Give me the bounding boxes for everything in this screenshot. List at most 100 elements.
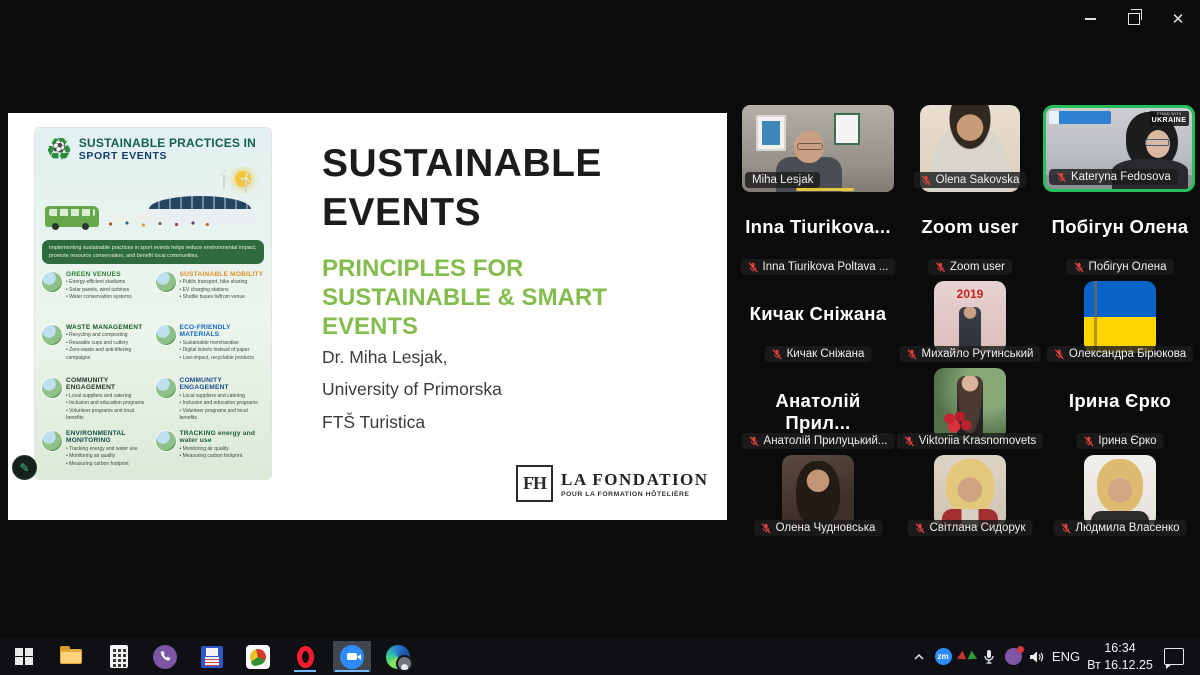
community-engagement-icon xyxy=(156,378,176,398)
poster-sections-grid: GREEN VENUES Energy-efficient stadiums S… xyxy=(35,268,271,479)
muted-mic-icon xyxy=(935,262,946,273)
opera-icon xyxy=(297,646,314,668)
wind-turbine-icon xyxy=(223,173,225,189)
sustainable-mobility-icon xyxy=(156,272,176,292)
wall-frame xyxy=(834,113,860,145)
wall-frame xyxy=(756,115,786,151)
participant-tile-viktoriia-krasnomovets[interactable]: Viktoriia Krasnomovets xyxy=(894,366,1046,453)
participant-tile-mykhailo-rutynskyi[interactable]: 2019 Михайло Рутинський xyxy=(894,279,1046,366)
participant-name-label: Анатолій Прилуцький... xyxy=(742,433,895,449)
participant-tile-svitlana-sydoruk[interactable]: Світлана Сидорук xyxy=(894,453,1046,540)
tray-volume-button[interactable] xyxy=(1026,641,1048,672)
camera-glyph xyxy=(347,653,357,660)
participant-tile-liudmyla-vlasenko[interactable]: Людмила Власенко xyxy=(1044,453,1196,540)
participant-display-name: Zoom user xyxy=(894,216,1046,238)
clock[interactable]: 16:34Вт 16.12.25 xyxy=(1084,641,1156,672)
participant-tile-inna-tiurikova[interactable]: Inna Tiurikova... Inna Tiurikova Poltava… xyxy=(742,192,894,279)
poster-section-community-engagement-2: COMMUNITY ENGAGEMENT Local suppliers and… xyxy=(156,375,265,425)
pencil-icon: ✎ xyxy=(19,462,29,474)
viber-tray-icon xyxy=(1005,648,1022,665)
participant-name-label: Людмила Власенко xyxy=(1053,520,1186,536)
poster-intro-text: Implementing sustainable practices in sp… xyxy=(42,240,264,264)
tray-expand-button[interactable] xyxy=(908,641,930,672)
slide-title: SUSTAINABLE EVENTS xyxy=(322,140,682,238)
speaker-faculty: FTŠ Turistica xyxy=(322,406,642,438)
participant-tile-miha-lesjak[interactable]: Miha Lesjak xyxy=(742,105,894,192)
participant-name-label: Олена Чудновська xyxy=(754,520,883,536)
poster-illustration xyxy=(35,167,271,237)
zoom-app-button[interactable] xyxy=(333,641,371,672)
action-center-button[interactable] xyxy=(1160,641,1188,672)
participant-name-label: Inna Tiurikova Poltava ... xyxy=(741,259,896,275)
participant-tile-olena-chudnovska[interactable]: Олена Чудновська xyxy=(742,453,894,540)
participant-display-name: Анатолій Прил... xyxy=(742,390,894,434)
poster-title-line: SUSTAINABLE PRACTICES IN xyxy=(79,137,256,150)
restore-button[interactable] xyxy=(1112,0,1156,38)
community-engagement-icon xyxy=(42,378,62,398)
participant-name-label: Ірина Єрко xyxy=(1076,433,1163,449)
save-app-button[interactable] xyxy=(196,641,228,672)
fondation-tagline: POUR LA FORMATION HÔTELIÈRE xyxy=(561,491,709,498)
chevron-up-icon xyxy=(913,653,925,661)
eco-friendly-materials-icon xyxy=(156,325,176,345)
tracking-icon xyxy=(156,431,176,451)
notification-icon xyxy=(1164,648,1184,665)
tray-time: 16:34 xyxy=(1087,640,1153,657)
muted-mic-icon xyxy=(1056,172,1067,183)
windows-taskbar: zm ENG 16:34Вт 16.12.25 xyxy=(0,638,1200,675)
participant-tile-kychak-snizhana[interactable]: Кичак Сніжана Кичак Сніжана xyxy=(742,279,894,366)
avatar: 2019 xyxy=(934,281,1006,353)
participant-tile-anatolii-prylutskyi[interactable]: Анатолій Прил... Анатолій Прилуцький... xyxy=(742,366,894,453)
opera-button[interactable] xyxy=(289,641,321,672)
participant-name-label: Побігун Олена xyxy=(1067,259,1174,275)
minimize-button[interactable] xyxy=(1068,0,1112,38)
media-app-button[interactable] xyxy=(242,641,274,672)
decorative-line xyxy=(796,188,854,191)
participant-tile-zoom-user[interactable]: Zoom user Zoom user xyxy=(894,192,1046,279)
muted-mic-icon xyxy=(1060,523,1071,534)
participant-tile-iryna-yerko[interactable]: Ірина Єрко Ірина Єрко xyxy=(1044,366,1196,453)
participant-tile-oleksandra-biriukova[interactable]: Олександра Бірюкова xyxy=(1044,279,1196,366)
speaker-info: Dr. Miha Lesjak, University of Primorska… xyxy=(322,341,642,438)
waste-management-icon xyxy=(42,325,62,345)
floppy-disk-icon xyxy=(201,646,223,668)
calculator-button[interactable] xyxy=(103,641,135,672)
participant-name-label: Олександра Бірюкова xyxy=(1047,346,1193,362)
start-button[interactable] xyxy=(8,641,40,672)
tray-zoom-button[interactable]: zm xyxy=(932,641,954,672)
participant-tile-olena-sakovska[interactable]: Olena Sakovska xyxy=(894,105,1046,192)
participant-tile-kateryna-fedosova[interactable]: STAND WITH UKRAINE Kateryna Fedosova xyxy=(1043,105,1195,192)
muted-mic-icon xyxy=(904,436,915,447)
tray-graph-button[interactable] xyxy=(956,641,978,672)
avatar xyxy=(934,455,1006,527)
running-indicator xyxy=(335,670,369,672)
muted-mic-icon xyxy=(748,262,759,273)
zoom-meeting-window: ✕ ♻⚽ SUSTAINABLE PRACTICES IN SPORT EVEN… xyxy=(0,0,1200,675)
participant-tile-pobihun-olena[interactable]: Побігун Олена Побігун Олена xyxy=(1044,192,1196,279)
participant-display-name: Ірина Єрко xyxy=(1044,390,1196,412)
muted-mic-icon xyxy=(1074,262,1085,273)
annotation-pencil-button[interactable]: ✎ xyxy=(12,455,37,480)
tray-viber-button[interactable] xyxy=(1002,641,1024,672)
muted-mic-icon xyxy=(907,349,918,360)
wind-turbine-icon xyxy=(245,177,247,193)
file-explorer-button[interactable] xyxy=(55,641,87,672)
stand-with-ukraine-badge: STAND WITH UKRAINE xyxy=(1149,111,1189,126)
green-venues-icon xyxy=(42,272,62,292)
windows-logo-icon xyxy=(15,648,33,666)
person-silhouette xyxy=(794,131,824,163)
viber-button[interactable] xyxy=(149,641,181,672)
close-button[interactable]: ✕ xyxy=(1156,0,1200,38)
avatar xyxy=(1084,455,1156,527)
language-indicator[interactable]: ENG xyxy=(1049,641,1083,672)
slide-subtitle: PRINCIPLES FOR SUSTAINABLE & SMART EVENT… xyxy=(322,255,607,341)
avatar-year-text: 2019 xyxy=(934,287,1006,301)
tray-microphone-button[interactable] xyxy=(979,641,999,672)
folder-icon xyxy=(60,649,82,664)
speaker-name: Dr. Miha Lesjak, xyxy=(322,341,642,373)
edge-button[interactable] xyxy=(382,641,414,672)
participant-name-label: Olena Sakovska xyxy=(914,172,1027,188)
poster-header: ♻⚽ SUSTAINABLE PRACTICES IN SPORT EVENTS xyxy=(35,128,271,165)
viber-icon xyxy=(153,645,177,669)
soccer-ball-icon: ⚽ xyxy=(52,143,66,154)
